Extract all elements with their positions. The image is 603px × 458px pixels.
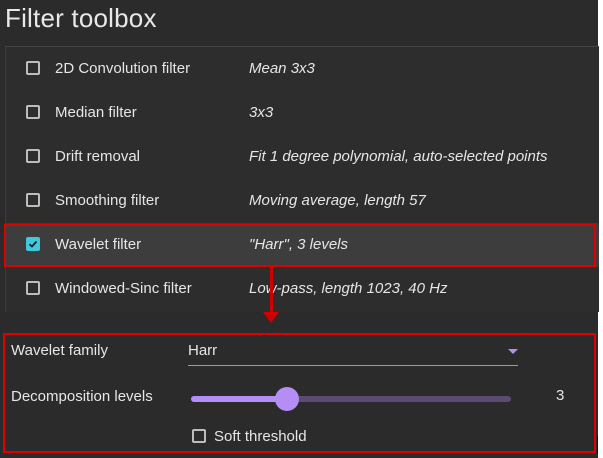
- checkbox[interactable]: [26, 105, 40, 119]
- filter-name: 2D Convolution filter: [55, 60, 191, 77]
- wavelet-family-value: Harr: [188, 342, 218, 359]
- soft-threshold-checkbox[interactable]: [192, 429, 206, 443]
- filter-name: Windowed-Sinc filter: [55, 280, 192, 297]
- slider-thumb[interactable]: [275, 387, 299, 411]
- arrow-down-icon: [263, 312, 279, 323]
- filter-name: Median filter: [55, 104, 137, 121]
- filter-description: 3x3: [249, 104, 274, 121]
- slider-track-fill: [191, 396, 287, 402]
- filter-row-smoothing[interactable]: Smoothing filter Moving average, length …: [6, 179, 599, 223]
- soft-threshold-label: Soft threshold: [214, 428, 307, 445]
- window-title: Filter toolbox: [5, 3, 157, 33]
- dropdown-arrow-icon: [508, 349, 518, 354]
- filter-description: Fit 1 degree polynomial, auto-selected p…: [249, 148, 548, 165]
- filter-description: "Harr", 3 levels: [249, 236, 349, 253]
- checkbox[interactable]: [26, 61, 40, 75]
- filter-row-wavelet[interactable]: Wavelet filter "Harr", 3 levels: [6, 223, 599, 267]
- filter-row-windowed-sinc[interactable]: Windowed-Sinc filter Low-pass, length 10…: [6, 267, 599, 311]
- wavelet-params-panel: Wavelet family Harr Decomposition levels…: [3, 333, 596, 453]
- checkmark-icon: [28, 240, 38, 248]
- filter-name: Smoothing filter: [55, 192, 160, 209]
- filter-toolbox-window: Filter toolbox 2D Convolution filter Mea…: [0, 0, 599, 458]
- wavelet-family-select[interactable]: Harr: [188, 339, 518, 366]
- filter-description: Mean 3x3: [249, 60, 315, 77]
- text-cursor: [597, 436, 598, 454]
- filter-list: 2D Convolution filter Mean 3x3 Median fi…: [5, 46, 599, 312]
- filter-row-drift-removal[interactable]: Drift removal Fit 1 degree polynomial, a…: [6, 135, 599, 179]
- filter-description: Moving average, length 57: [249, 192, 426, 209]
- decomposition-levels-label: Decomposition levels: [11, 388, 153, 405]
- filter-row-2d-convolution[interactable]: 2D Convolution filter Mean 3x3: [6, 47, 599, 91]
- filter-description: Low-pass, length 1023, 40 Hz: [249, 280, 448, 297]
- filter-row-median[interactable]: Median filter 3x3: [6, 91, 599, 135]
- checkbox[interactable]: [26, 193, 40, 207]
- decomposition-levels-slider[interactable]: [191, 387, 511, 411]
- checkbox-checked[interactable]: [26, 237, 40, 251]
- checkbox[interactable]: [26, 149, 40, 163]
- decomposition-levels-value: 3: [556, 387, 565, 404]
- checkbox[interactable]: [26, 281, 40, 295]
- filter-name: Wavelet filter: [55, 236, 142, 253]
- filter-name: Drift removal: [55, 148, 141, 165]
- annotation-arrow: [270, 267, 273, 314]
- wavelet-family-label: Wavelet family: [11, 342, 108, 359]
